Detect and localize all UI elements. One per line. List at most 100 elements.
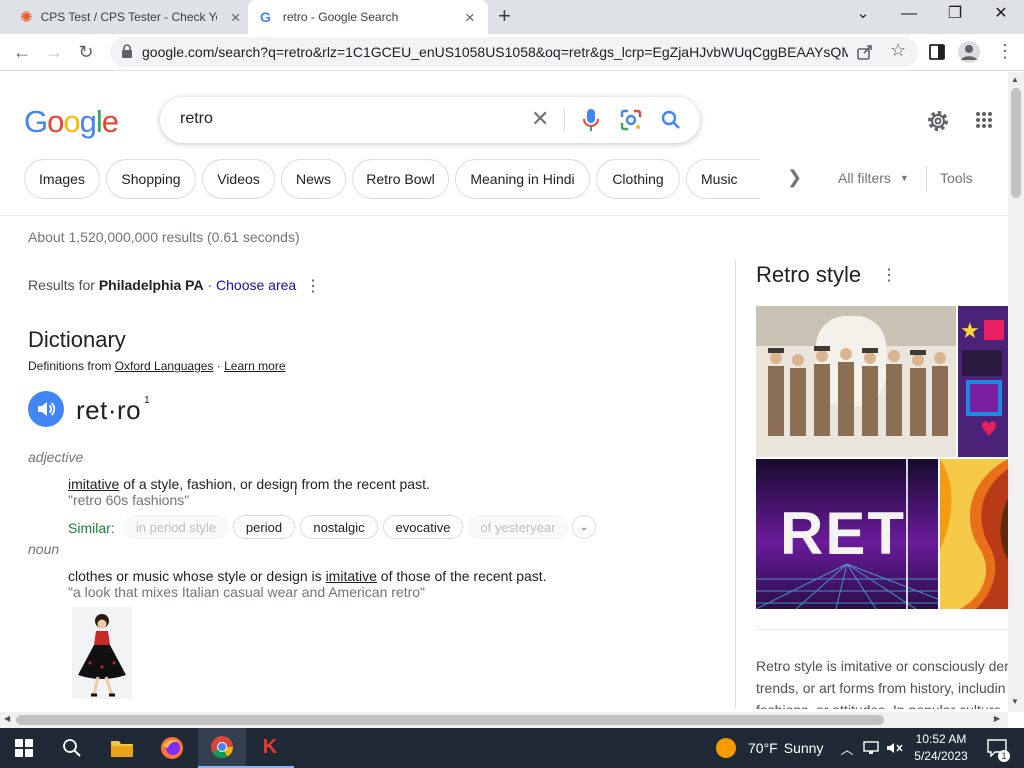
address-bar[interactable]: google.com/search?q=retro&rlz=1C1GCEU_en…: [110, 37, 918, 67]
noun-definition-start: clothes or music whose style or design i…: [68, 568, 326, 584]
similar-word-chip[interactable]: evocative: [383, 515, 463, 539]
knowledge-panel-divider: [735, 259, 736, 709]
minimize-button[interactable]: —: [886, 4, 932, 24]
retro-game-collage[interactable]: ★ ♥: [958, 306, 1008, 457]
adjective-definition: imitative of a style, fashion, or design…: [68, 476, 430, 492]
text-cursor-icon: I: [294, 484, 298, 498]
chip-clothing[interactable]: Clothing: [596, 159, 680, 199]
tab-close-icon[interactable]: ×: [465, 9, 475, 26]
tab-close-icon[interactable]: ×: [231, 9, 241, 26]
scroll-down-arrow-icon[interactable]: ▼: [1011, 697, 1019, 706]
horizontal-scroll-thumb[interactable]: [16, 715, 884, 725]
chrome-menu-icon[interactable]: ⋮: [996, 40, 1014, 62]
oxford-languages-link[interactable]: Oxford Languages: [115, 359, 214, 373]
share-icon[interactable]: [856, 43, 874, 66]
description-line: Retro style is imitative or consciously …: [756, 658, 1008, 674]
similar-word-chip[interactable]: nostalgic: [300, 515, 378, 539]
google-apps-icon[interactable]: [975, 111, 993, 134]
location-place: Philadelphia PA: [98, 277, 204, 293]
similar-word-chip[interactable]: period: [233, 515, 295, 539]
logo-letter: G: [24, 104, 48, 139]
scroll-right-arrow-icon[interactable]: ▶: [994, 714, 1000, 723]
sun-icon: [716, 738, 736, 758]
firefox-icon[interactable]: [148, 728, 196, 768]
notification-center-icon[interactable]: 1: [980, 728, 1014, 768]
volume-muted-icon[interactable]: [884, 728, 906, 768]
lens-icon[interactable]: [620, 109, 642, 136]
location-notice: Results for Philadelphia PA · Choose are…: [28, 277, 296, 293]
tools-button[interactable]: Tools: [940, 170, 973, 186]
reload-icon[interactable]: ↻: [74, 41, 98, 63]
chip-images[interactable]: Images: [24, 159, 100, 199]
k-app-icon[interactable]: K: [246, 728, 294, 768]
adjective-example: "retro 60s fashions": [68, 492, 190, 508]
dictionary-title: Dictionary: [28, 327, 126, 352]
all-filters-button[interactable]: All filters ▼: [838, 170, 909, 186]
taskbar-search-icon[interactable]: [48, 728, 96, 768]
tab-title: retro - Google Search: [282, 10, 399, 24]
similar-word-chip[interactable]: of yesteryear: [468, 515, 568, 539]
chip-meaning-in-hindi[interactable]: Meaning in Hindi: [455, 159, 590, 199]
new-tab-button[interactable]: +: [498, 5, 511, 27]
lock-icon[interactable]: [121, 44, 133, 63]
k-letter-icon: K: [262, 735, 278, 758]
clock-date: 5/24/2023: [914, 749, 968, 763]
back-arrow-icon[interactable]: ←: [10, 41, 34, 63]
url-text[interactable]: google.com/search?q=retro&rlz=1C1GCEU_en…: [142, 44, 848, 60]
search-box[interactable]: retro ✕: [160, 97, 700, 143]
show-hidden-icons-chevron-icon[interactable]: ︿: [838, 728, 856, 768]
header-divider: [0, 215, 1008, 216]
retro-waves-image[interactable]: [940, 459, 1008, 609]
chrome-taskbar-icon[interactable]: [198, 728, 246, 768]
search-icon[interactable]: [660, 109, 682, 136]
chip-shopping[interactable]: Shopping: [106, 159, 196, 199]
chip-music[interactable]: Music: [686, 159, 760, 199]
scroll-left-arrow-icon[interactable]: ◀: [4, 714, 10, 723]
retro-dress-image[interactable]: [72, 607, 132, 699]
windows-taskbar: K 70°F Sunny ︿ 10:52 AM 5/24/2023 1: [0, 728, 1024, 768]
file-explorer-icon[interactable]: [98, 728, 146, 768]
profile-avatar-icon[interactable]: [958, 41, 980, 63]
knowledge-panel-more-icon[interactable]: ⋮: [881, 265, 897, 285]
side-panel-icon[interactable]: [928, 43, 946, 66]
logo-letter: o: [47, 104, 64, 139]
network-icon[interactable]: [860, 728, 882, 768]
restore-button[interactable]: ❐: [932, 4, 978, 24]
logo-letter: g: [79, 104, 97, 139]
clock[interactable]: 10:52 AM 5/24/2023: [912, 731, 970, 765]
chip-videos[interactable]: Videos: [202, 159, 275, 199]
pronunciation-speaker-icon[interactable]: [28, 391, 64, 427]
forward-arrow-icon[interactable]: →: [42, 41, 66, 63]
retro-text-image[interactable]: RET: [756, 459, 938, 609]
scroll-up-arrow-icon[interactable]: ▲: [1011, 75, 1019, 84]
vertical-scroll-thumb[interactable]: [1011, 88, 1021, 198]
bookmark-star-icon[interactable]: ☆: [890, 40, 906, 61]
chip-news[interactable]: News: [281, 159, 346, 199]
weather-widget[interactable]: 70°F Sunny: [716, 728, 836, 768]
retro-image-text: RET: [780, 500, 906, 567]
tab-search-dropdown-icon[interactable]: ⌄: [840, 4, 886, 24]
headword: ret·ro 1: [76, 395, 150, 426]
retro-group-photo[interactable]: [756, 306, 956, 457]
knowledge-panel-description: Retro style is imitative or consciously …: [756, 655, 1008, 709]
google-logo[interactable]: Google: [24, 104, 119, 140]
expand-similar-chevron-icon[interactable]: ⌄: [572, 515, 596, 539]
chip-retro-bowl[interactable]: Retro Bowl: [352, 159, 449, 199]
definitions-source-line: Definitions from Oxford Languages · Lear…: [28, 359, 286, 373]
learn-more-link[interactable]: Learn more: [224, 359, 285, 373]
microphone-icon[interactable]: [583, 108, 599, 137]
chips-next-chevron-icon[interactable]: ❯: [787, 167, 802, 188]
headword-text: ret·ro: [76, 395, 142, 425]
settings-gear-icon[interactable]: [926, 109, 950, 138]
search-input[interactable]: retro: [180, 110, 213, 128]
similar-word-chip[interactable]: in period style: [124, 515, 228, 539]
close-window-button[interactable]: ✕: [978, 4, 1024, 24]
choose-area-link[interactable]: Choose area: [216, 277, 296, 293]
windows-start-icon[interactable]: [0, 728, 48, 768]
location-more-icon[interactable]: ⋮: [305, 276, 321, 296]
imitative-link[interactable]: imitative: [326, 568, 377, 584]
tab-cps-test[interactable]: ✺ CPS Test / CPS Tester - Check Yo ×: [12, 0, 248, 34]
tab-google-search[interactable]: G retro - Google Search ×: [248, 0, 488, 34]
imitative-link[interactable]: imitative: [68, 476, 119, 492]
clear-search-icon[interactable]: ✕: [531, 107, 549, 131]
